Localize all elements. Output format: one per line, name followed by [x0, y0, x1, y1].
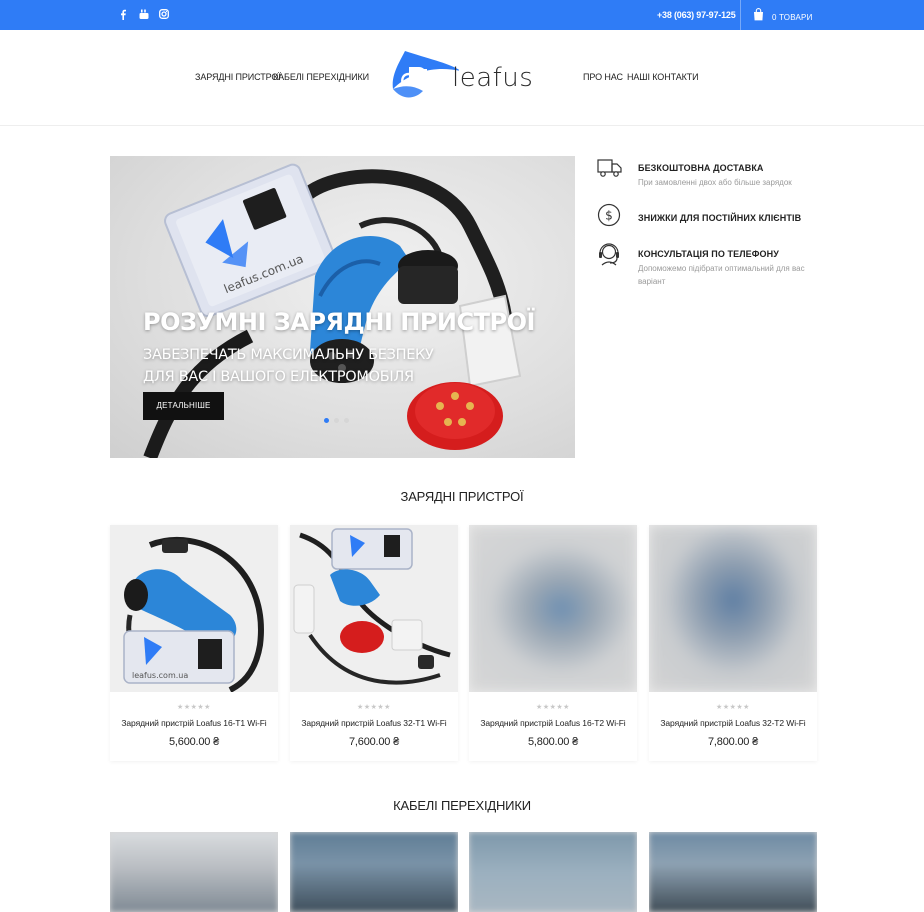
logo-text: leafus [452, 63, 534, 93]
cart-button[interactable]: 0 ТОВАРИ [753, 8, 813, 26]
nav-chargers[interactable]: ЗАРЯДНІ ПРИСТРОЇ [195, 72, 281, 82]
topbar-divider [740, 0, 741, 30]
slider-dot-2[interactable] [334, 418, 339, 423]
section-title-chargers: ЗАРЯДНІ ПРИСТРОЇ [400, 489, 524, 504]
cable-product-image[interactable] [469, 832, 637, 912]
youtube-icon[interactable] [139, 9, 149, 24]
cable-product-image[interactable] [290, 832, 458, 912]
slider-dots [324, 418, 349, 423]
cable-product-image[interactable] [110, 832, 278, 912]
product-rating: ★★★★★ [177, 704, 211, 711]
feature-discounts: $ ЗНИЖКИ ДЛЯ ПОСТІЙНИХ КЛІЄНТІВ [597, 203, 827, 229]
product-price: 5,800.00 ₴ [528, 736, 578, 748]
feature-free-delivery: БЕЗКОШТОВНА ДОСТАВКА При замовленні двох… [597, 157, 827, 187]
product-name[interactable]: Зарядний пристрій Loafus 32-T2 Wi-Fi [649, 718, 817, 728]
product-rating: ★★★★★ [357, 704, 391, 711]
svg-text:$: $ [605, 209, 613, 223]
product-card[interactable]: ★★★★★ Зарядний пристрій Loafus 32-T1 Wi-… [290, 525, 458, 761]
product-image[interactable] [649, 525, 817, 692]
feature-desc: При замовленні двох або більше зарядок [638, 178, 792, 187]
product-image[interactable]: leafus.com.ua [110, 525, 278, 692]
hero-title: РОЗУМНІ ЗАРЯДНІ ПРИСТРОЇ [143, 308, 535, 336]
product-name[interactable]: Зарядний пристрій Loafus 16-T2 Wi-Fi [469, 718, 637, 728]
cart-count-label: 0 ТОВАРИ [772, 12, 813, 22]
product-rating: ★★★★★ [716, 704, 750, 711]
feature-title: ЗНИЖКИ ДЛЯ ПОСТІЙНИХ КЛІЄНТІВ [638, 213, 802, 223]
product-name[interactable]: Зарядний пристрій Loafus 16-T1 Wi-Fi [110, 718, 278, 728]
product-card[interactable]: ★★★★★ Зарядний пристрій Loafus 32-T2 Wi-… [649, 525, 817, 761]
leaf-plug-icon [392, 51, 461, 98]
headset-icon [597, 241, 623, 267]
product-rating: ★★★★★ [536, 704, 570, 711]
dollar-icon: $ [597, 203, 623, 229]
product-image[interactable] [469, 525, 637, 692]
product-image[interactable] [290, 525, 458, 692]
instagram-icon[interactable] [159, 9, 169, 24]
product-card[interactable]: ★★★★★ Зарядний пристрій Loafus 16-T2 Wi-… [469, 525, 637, 761]
top-bar: +38 (063) 97-97-125 0 ТОВАРИ [0, 0, 924, 30]
slider-dot-3[interactable] [344, 418, 349, 423]
product-card[interactable]: leafus.com.ua ★★★★★ Зарядний пристрій Lo… [110, 525, 278, 761]
phone-number[interactable]: +38 (063) 97-97-125 [657, 10, 736, 20]
slider-dot-1[interactable] [324, 418, 329, 423]
site-header: ЗАРЯДНІ ПРИСТРОЇ КАБЕЛІ ПЕРЕХІДНИКИ ПРО … [0, 30, 924, 126]
section-title-cables: КАБЕЛІ ПЕРЕХІДНИКИ [393, 798, 531, 813]
social-links [119, 9, 169, 24]
nav-contacts[interactable]: НАШІ КОНТАКТИ [627, 72, 699, 82]
feature-desc: Допоможемо підібрати оптимальний для вас… [638, 264, 805, 286]
site-logo[interactable]: leafus [389, 49, 539, 105]
feature-consultation: КОНСУЛЬТАЦІЯ ПО ТЕЛЕФОНУ Допоможемо піді… [597, 241, 827, 289]
product-price: 5,600.00 ₴ [169, 736, 219, 748]
shopping-bag-icon [753, 8, 764, 26]
svg-text:leafus.com.ua: leafus.com.ua [132, 671, 188, 680]
hero-details-button[interactable]: ДЕТАЛЬНІШЕ [143, 392, 224, 420]
hero-subtitle: ЗАБЕЗПЕЧАТЬ МАКСИМАЛЬНУ БЕЗПЕКУ ДЛЯ ВАС … [143, 347, 434, 385]
cable-product-image[interactable] [649, 832, 817, 912]
nav-about[interactable]: ПРО НАС [583, 72, 623, 82]
nav-cables[interactable]: КАБЕЛІ ПЕРЕХІДНИКИ [273, 72, 369, 82]
truck-icon [597, 157, 623, 183]
product-price: 7,600.00 ₴ [349, 736, 399, 748]
feature-title: КОНСУЛЬТАЦІЯ ПО ТЕЛЕФОНУ [638, 249, 779, 259]
product-name[interactable]: Зарядний пристрій Loafus 32-T1 Wi-Fi [290, 718, 458, 728]
hero-slider[interactable]: leafus.com.ua РОЗУМНІ ЗАРЯДНІ ПРИСТРОЇ З… [110, 156, 575, 458]
product-price: 7,800.00 ₴ [708, 736, 758, 748]
feature-title: БЕЗКОШТОВНА ДОСТАВКА [638, 163, 764, 173]
facebook-icon[interactable] [119, 9, 127, 24]
